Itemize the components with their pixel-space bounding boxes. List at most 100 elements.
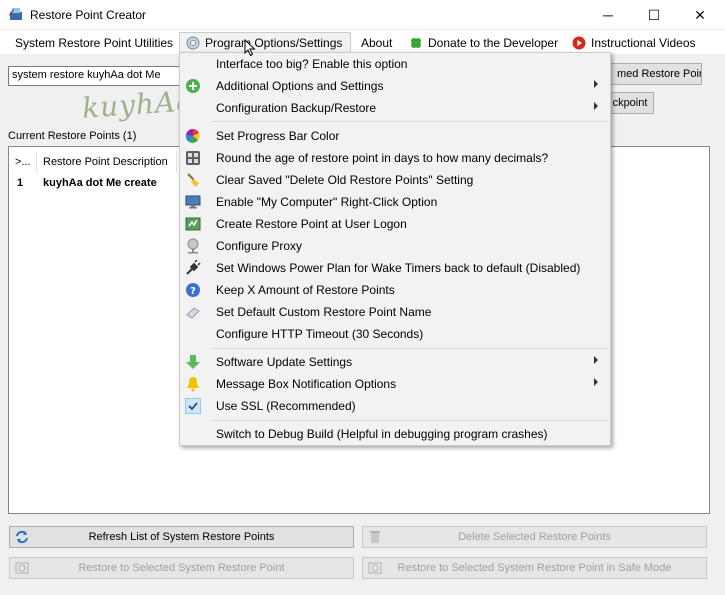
submenu-arrow-icon: [594, 378, 598, 386]
maximize-icon: ☐: [647, 6, 661, 23]
proxy-icon: [185, 238, 201, 254]
menu-item-my-computer-right-click[interactable]: Enable "My Computer" Right-Click Option: [182, 191, 608, 213]
eraser-icon: [185, 304, 201, 320]
download-arrow-icon: [185, 354, 201, 370]
menu-item-label: Message Box Notification Options: [216, 377, 397, 391]
title-bar: Restore Point Creator ─ ☐ ✕: [0, 0, 725, 30]
menu-item-keep-x-restore-points[interactable]: ? Keep X Amount of Restore Points: [182, 279, 608, 301]
program-options-dropdown: Interface too big? Enable this option Ad…: [179, 52, 611, 446]
svg-text:?: ?: [190, 286, 196, 297]
restore-safe-mode-button[interactable]: Restore to Selected System Restore Point…: [362, 557, 707, 579]
menu-separator: [212, 420, 608, 421]
restore-point-description-input[interactable]: system restore kuyhAa dot Me: [8, 66, 188, 86]
button-label: Restore to Selected System Restore Point…: [397, 562, 672, 574]
menu-item-label: Keep X Amount of Restore Points: [216, 283, 395, 297]
button-label: med Restore Point: [617, 68, 702, 80]
menu-label: About: [361, 35, 393, 50]
info-icon: ?: [185, 282, 201, 298]
menu-item-label: Additional Options and Settings: [216, 79, 384, 93]
menu-item-configuration-backup[interactable]: Configuration Backup/Restore: [182, 97, 608, 119]
settings-gear-icon: [186, 36, 200, 50]
button-label: Refresh List of System Restore Points: [88, 531, 275, 543]
menu-item-clear-delete-setting[interactable]: Clear Saved "Delete Old Restore Points" …: [182, 169, 608, 191]
menu-item-label: Set Default Custom Restore Point Name: [216, 305, 432, 319]
menu-label: Program Options/Settings: [205, 36, 343, 50]
submenu-arrow-icon: [594, 356, 598, 364]
menu-donate[interactable]: Donate to the Developer: [403, 32, 564, 53]
clover-icon: [409, 36, 423, 50]
menu-item-label: Interface too big? Enable this option: [216, 57, 408, 71]
menu-item-label: Configure Proxy: [216, 239, 303, 253]
menu-item-power-plan-wake-timers[interactable]: Set Windows Power Plan for Wake Timers b…: [182, 257, 608, 279]
menu-about[interactable]: About: [355, 32, 398, 53]
mouse-cursor-icon: [244, 39, 256, 57]
menu-item-restore-at-logon[interactable]: Create Restore Point at User Logon: [182, 213, 608, 235]
column-header-id[interactable]: >...: [9, 151, 37, 173]
grid-icon: [185, 150, 201, 166]
minimize-button[interactable]: ─: [585, 0, 631, 30]
refresh-icon: [15, 530, 29, 544]
delete-restore-points-button[interactable]: Delete Selected Restore Points: [362, 526, 707, 548]
menu-item-additional-options[interactable]: Additional Options and Settings: [182, 75, 608, 97]
menu-label: System Restore Point Utilities: [15, 35, 174, 50]
menu-item-label: Create Restore Point at User Logon: [216, 217, 407, 231]
close-icon: ✕: [694, 6, 706, 23]
menu-item-label: Switch to Debug Build (Helpful in debugg…: [216, 427, 548, 441]
row-id: 1: [17, 177, 24, 189]
plug-icon: [185, 260, 201, 276]
menu-item-label: Enable "My Computer" Right-Click Option: [216, 195, 438, 209]
restore-icon: [15, 561, 29, 575]
close-button[interactable]: ✕: [677, 0, 723, 30]
restore-points-group-label: Current Restore Points (1): [8, 130, 137, 142]
plus-icon: [185, 78, 201, 94]
menu-item-configure-proxy[interactable]: Configure Proxy: [182, 235, 608, 257]
bell-icon: [185, 376, 201, 392]
trash-icon: [368, 530, 382, 544]
menu-item-http-timeout[interactable]: Configure HTTP Timeout (30 Seconds): [182, 323, 608, 345]
create-named-restore-point-button[interactable]: med Restore Point: [606, 63, 702, 85]
menu-separator: [212, 121, 608, 122]
color-wheel-icon: [185, 128, 201, 144]
check-icon: [185, 398, 201, 414]
submenu-arrow-icon: [594, 80, 598, 88]
submenu-arrow-icon: [594, 102, 598, 110]
button-label: Delete Selected Restore Points: [458, 531, 611, 543]
create-checkpoint-button[interactable]: ckpoint: [606, 92, 654, 114]
menu-item-label: Configure HTTP Timeout (30 Seconds): [216, 327, 424, 341]
restore-safe-mode-icon: [368, 561, 382, 575]
menu-item-label: Clear Saved "Delete Old Restore Points" …: [216, 173, 474, 187]
menu-item-label: Use SSL (Recommended): [216, 399, 356, 413]
menu-item-label: Software Update Settings: [216, 355, 353, 369]
computer-icon: [185, 194, 201, 210]
maximize-button[interactable]: ☐: [631, 0, 677, 30]
menu-item-label: Set Progress Bar Color: [216, 129, 340, 143]
column-header-description[interactable]: Restore Point Description: [37, 151, 177, 173]
logon-icon: [185, 216, 201, 232]
menu-label: Donate to the Developer: [428, 35, 559, 50]
row-description: kuyhAa dot Me create: [43, 177, 157, 189]
restore-selected-point-button[interactable]: Restore to Selected System Restore Point: [9, 557, 354, 579]
window-title: Restore Point Creator: [30, 8, 147, 22]
menu-item-progress-bar-color[interactable]: Set Progress Bar Color: [182, 125, 608, 147]
menu-item-round-age-decimals[interactable]: Round the age of restore point in days t…: [182, 147, 608, 169]
menu-item-label: Round the age of restore point in days t…: [216, 151, 549, 165]
button-label: Restore to Selected System Restore Point: [78, 562, 285, 574]
menu-item-label: Configuration Backup/Restore: [216, 101, 377, 115]
menu-item-label: Set Windows Power Plan for Wake Timers b…: [216, 261, 581, 275]
menu-program-options-settings[interactable]: Program Options/Settings: [179, 32, 351, 53]
menu-item-default-restore-name[interactable]: Set Default Custom Restore Point Name: [182, 301, 608, 323]
minimize-icon: ─: [603, 7, 613, 23]
menu-separator: [212, 348, 608, 349]
play-video-icon: [572, 36, 586, 50]
menu-system-restore-point-utilities[interactable]: System Restore Point Utilities: [9, 32, 179, 53]
menu-bar: System Restore Point Utilities Program O…: [0, 30, 725, 54]
button-label: ckpoint: [612, 97, 648, 109]
broom-icon: [185, 172, 201, 188]
menu-instructional-videos[interactable]: Instructional Videos: [566, 32, 702, 53]
menu-item-software-update-settings[interactable]: Software Update Settings: [182, 351, 608, 373]
refresh-restore-points-button[interactable]: Refresh List of System Restore Points: [9, 526, 354, 548]
app-icon: [9, 8, 22, 20]
menu-item-switch-debug-build[interactable]: Switch to Debug Build (Helpful in debugg…: [182, 423, 608, 445]
menu-item-use-ssl[interactable]: Use SSL (Recommended): [182, 395, 608, 417]
menu-item-message-box-options[interactable]: Message Box Notification Options: [182, 373, 608, 395]
